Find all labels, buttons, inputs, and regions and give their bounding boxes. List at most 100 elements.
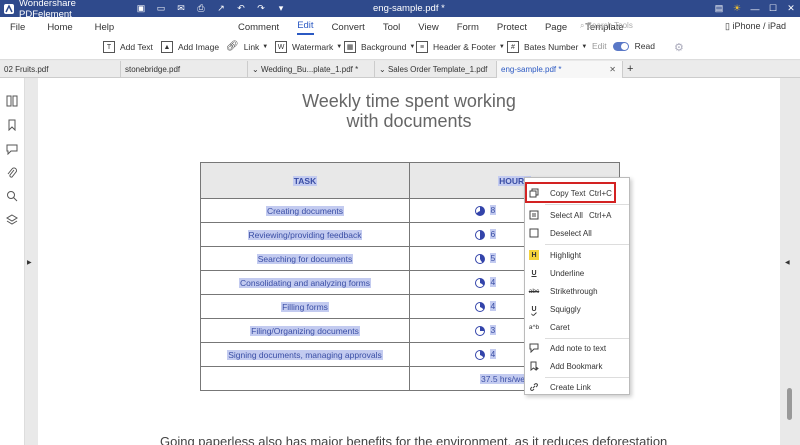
menu-item-underline[interactable]: U Underline bbox=[525, 265, 631, 281]
doc-tab[interactable]: 02 Fruits.pdf bbox=[0, 61, 121, 78]
menu-item-highlight[interactable]: H Highlight bbox=[525, 247, 631, 263]
menu-item-select-all[interactable]: Select All Ctrl+A bbox=[525, 207, 631, 223]
attachment-icon[interactable] bbox=[5, 166, 18, 179]
vertical-scrollbar[interactable] bbox=[787, 388, 792, 420]
copy-text-callout-box bbox=[525, 182, 616, 203]
undo-icon[interactable]: ↶ bbox=[231, 0, 251, 17]
chevron-down-icon: ▼ bbox=[498, 44, 505, 50]
menu-item-create-link[interactable]: Create Link bbox=[525, 379, 631, 395]
print-icon[interactable]: ⎙ bbox=[191, 0, 211, 17]
doc-tab[interactable]: stonebridge.pdf bbox=[121, 61, 248, 78]
redo-icon[interactable]: ↷ bbox=[251, 0, 271, 17]
menu-separator bbox=[545, 244, 629, 245]
gear-icon: ⚙ bbox=[674, 42, 684, 54]
comment-icon[interactable] bbox=[5, 142, 18, 155]
header-footer-button[interactable]: ≡ Header & Footer ▼ bbox=[416, 41, 505, 53]
bookmark-icon[interactable] bbox=[5, 118, 18, 131]
doc-tab-active[interactable]: eng-sample.pdf * ✕ bbox=[497, 61, 623, 78]
doc-tab-label: eng-sample.pdf * bbox=[501, 65, 562, 74]
background-icon: ▦ bbox=[344, 41, 356, 53]
maximize-icon[interactable]: ☐ bbox=[764, 3, 782, 14]
open-folder-icon[interactable]: ▭ bbox=[151, 0, 171, 17]
menu-item-caret[interactable]: a^b Caret bbox=[525, 319, 631, 335]
pie-chart-icon bbox=[474, 349, 485, 360]
customize-dropdown-icon[interactable]: ▾ bbox=[271, 0, 291, 17]
tab-page[interactable]: Page bbox=[545, 22, 567, 33]
search-tools-input[interactable]: ⌕ Search Tools bbox=[580, 21, 633, 31]
link-button[interactable]: 🔗︎ Link ▼ bbox=[226, 41, 268, 52]
task-cell: Creating documents bbox=[200, 198, 410, 223]
bates-number-button[interactable]: # Bates Number ▼ bbox=[507, 41, 587, 53]
add-text-button[interactable]: T Add Text bbox=[103, 41, 153, 53]
search-placeholder: Search Tools bbox=[586, 21, 633, 30]
read-mode-label: Read bbox=[634, 41, 655, 51]
header-footer-label: Header & Footer bbox=[433, 42, 496, 52]
expand-left-panel-icon[interactable]: ▶ bbox=[27, 259, 32, 266]
minimize-icon[interactable]: — bbox=[746, 4, 764, 14]
strikethrough-icon: abc bbox=[528, 287, 540, 295]
save-icon[interactable]: ▣ bbox=[131, 0, 151, 17]
menu-home[interactable]: Home bbox=[47, 22, 72, 33]
bates-number-icon: # bbox=[507, 41, 519, 53]
search-icon[interactable] bbox=[5, 189, 18, 202]
add-image-button[interactable]: ▲ Add Image bbox=[161, 41, 219, 53]
menu-separator bbox=[545, 204, 629, 205]
plus-icon: + bbox=[627, 63, 634, 75]
watermark-label: Watermark bbox=[292, 42, 334, 52]
pie-chart-icon bbox=[474, 205, 485, 216]
iphone-ipad-button[interactable]: ▯ iPhone / iPad bbox=[725, 21, 786, 32]
task-cell: Filing/Organizing documents bbox=[200, 318, 410, 343]
menu-item-squiggly[interactable]: U Squiggly bbox=[525, 301, 631, 317]
share-icon[interactable]: ↗ bbox=[211, 0, 231, 17]
menu-item-add-bookmark[interactable]: Add Bookmark bbox=[525, 358, 631, 374]
mode-toggle-switch[interactable] bbox=[612, 41, 629, 51]
task-cell: Searching for documents bbox=[200, 246, 410, 271]
document-title: eng-sample.pdf * bbox=[373, 3, 445, 14]
note-icon bbox=[529, 343, 539, 353]
tab-tool[interactable]: Tool bbox=[383, 22, 400, 33]
settings-gear-button[interactable]: ⚙ bbox=[674, 41, 684, 54]
background-button[interactable]: ▦ Background ▼ bbox=[344, 41, 415, 53]
menu-help[interactable]: Help bbox=[95, 22, 115, 33]
tab-protect[interactable]: Protect bbox=[497, 22, 527, 33]
link-label: Link bbox=[243, 41, 260, 52]
email-icon[interactable]: ✉ bbox=[171, 0, 191, 17]
theme-sun-icon[interactable]: ☀ bbox=[728, 3, 746, 14]
tab-convert[interactable]: Convert bbox=[332, 22, 365, 33]
select-all-icon bbox=[529, 210, 539, 220]
menu-item-add-note[interactable]: Add note to text bbox=[525, 340, 631, 356]
left-sidebar bbox=[0, 78, 25, 445]
tab-form[interactable]: Form bbox=[457, 22, 479, 33]
add-text-label: Add Text bbox=[120, 42, 153, 52]
skin-icon[interactable]: ▤ bbox=[710, 3, 728, 14]
chevron-down-icon: ▼ bbox=[409, 44, 416, 50]
header-task: TASK bbox=[200, 162, 410, 199]
new-tab-button[interactable]: + bbox=[623, 61, 643, 78]
app-logo-icon bbox=[2, 2, 16, 16]
tab-comment[interactable]: Comment bbox=[238, 22, 279, 33]
link-icon bbox=[529, 382, 539, 392]
task-cell: Consolidating and analyzing forms bbox=[200, 270, 410, 295]
close-tab-icon[interactable]: ✕ bbox=[609, 61, 616, 78]
menu-file[interactable]: File bbox=[10, 22, 25, 33]
add-image-icon: ▲ bbox=[161, 41, 173, 53]
tab-view[interactable]: View bbox=[418, 22, 438, 33]
doc-tab[interactable]: ⌄ Wedding_Bu...plate_1.pdf * bbox=[248, 61, 375, 78]
chevron-down-icon: ▼ bbox=[262, 43, 269, 50]
close-window-icon[interactable]: ✕ bbox=[782, 3, 800, 14]
expand-right-panel-icon[interactable]: ◀ bbox=[785, 259, 790, 266]
menu-item-deselect-all[interactable]: Deselect All bbox=[525, 225, 631, 241]
device-label: iPhone / iPad bbox=[732, 21, 787, 31]
quick-access: ▣ ▭ ✉ ⎙ ↗ ↶ ↷ ▾ bbox=[131, 0, 291, 17]
task-cell: Filling forms bbox=[200, 294, 410, 319]
bates-number-label: Bates Number bbox=[524, 42, 579, 52]
watermark-button[interactable]: W Watermark ▼ bbox=[275, 41, 342, 53]
squiggly-icon: U bbox=[531, 305, 537, 313]
tab-edit[interactable]: Edit bbox=[297, 20, 314, 35]
task-cell: Reviewing/providing feedback bbox=[200, 222, 410, 247]
menu-item-strikethrough[interactable]: abc Strikethrough bbox=[525, 283, 631, 299]
layers-icon[interactable] bbox=[5, 213, 18, 226]
thumbnails-icon[interactable] bbox=[5, 94, 18, 107]
edit-read-toggle[interactable]: Edit Read bbox=[592, 41, 655, 51]
doc-tab[interactable]: ⌄ Sales Order Template_1.pdf bbox=[375, 61, 497, 78]
